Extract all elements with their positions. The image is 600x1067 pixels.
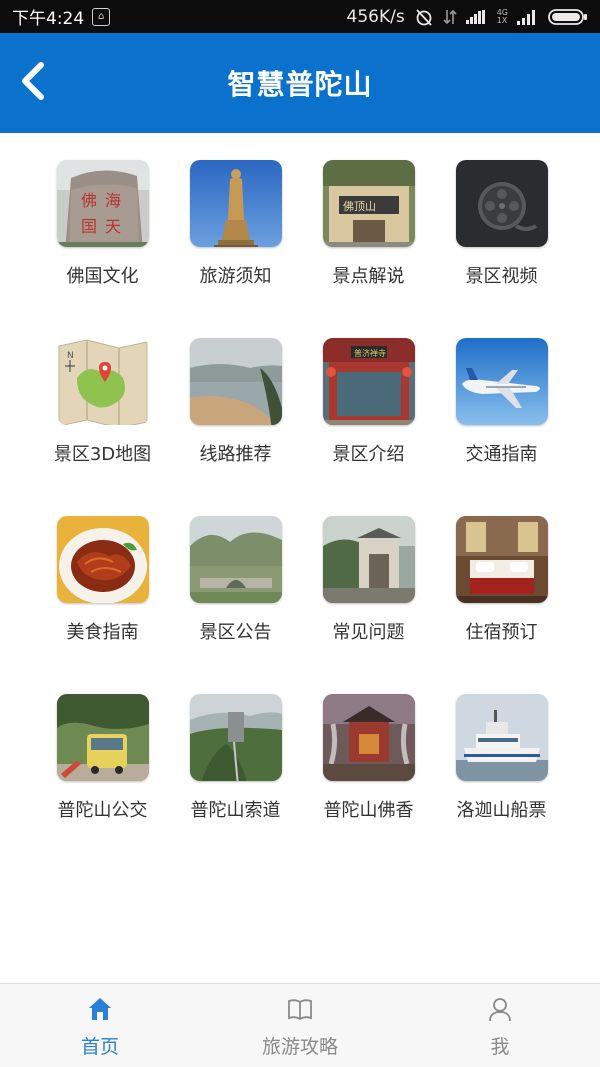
- grid-item-label: 普陀山公交: [57, 800, 148, 821]
- grid-item-travel-notice[interactable]: 旅游须知: [169, 160, 302, 288]
- incense-photo: [322, 694, 415, 781]
- grid-item-hotel-booking[interactable]: 住宿预订: [435, 516, 568, 644]
- page-title: 智慧普陀山: [227, 68, 373, 101]
- grid-item-label: 景点解说: [332, 266, 405, 287]
- grid-item-label: 佛国文化: [66, 266, 139, 287]
- grid-item-label: 美食指南: [66, 622, 139, 643]
- grid-item-label: 普陀山索道: [190, 800, 281, 821]
- bus-photo: [56, 694, 149, 781]
- nav-label: 首页: [80, 1036, 119, 1058]
- grid-item-scenic-notice[interactable]: 景区公告: [169, 516, 302, 644]
- temple-gate-photo: 佛顶山: [322, 160, 415, 247]
- hotel-room-photo: [455, 516, 548, 603]
- svg-text:普济禅寺: 普济禅寺: [354, 348, 386, 358]
- grid-item-label: 线路推荐: [199, 444, 272, 465]
- film-reel-icon: [455, 160, 548, 247]
- cableway-photo: [189, 694, 282, 781]
- network-type-label: 4G 1X: [496, 7, 508, 25]
- nav-item-home[interactable]: 首页: [0, 984, 200, 1067]
- network-speed: 456K/s: [346, 6, 405, 27]
- grid-item-scenic-intro[interactable]: 普济禅寺 景区介绍: [302, 338, 435, 466]
- grid-item-buddhist-culture[interactable]: 佛海国天 佛国文化: [36, 160, 169, 288]
- data-transfer-icon: [443, 8, 457, 26]
- svg-text:国: 国: [81, 217, 97, 236]
- cell-signal-icon: [517, 9, 539, 25]
- book-icon: [287, 996, 313, 1026]
- grid-item-label: 景区公告: [199, 622, 272, 643]
- battery-icon: [548, 8, 588, 26]
- status-time: 下午4:24: [12, 9, 85, 29]
- svg-text:N: N: [67, 351, 74, 361]
- nav-item-me[interactable]: 我: [400, 984, 600, 1067]
- guanyin-statue-photo: [189, 160, 282, 247]
- alarm-off-icon: [414, 7, 434, 27]
- grid-item-transport-guide[interactable]: 交通指南: [435, 338, 568, 466]
- grid-item-label: 旅游须知: [199, 266, 272, 287]
- grid-item-bus[interactable]: 普陀山公交: [36, 694, 169, 822]
- app-header: 智慧普陀山: [0, 33, 600, 133]
- svg-text:海: 海: [105, 191, 121, 210]
- garden-gate-photo: [322, 516, 415, 603]
- grid-item-incense[interactable]: 普陀山佛香: [302, 694, 435, 822]
- grid-item-ferry-ticket[interactable]: 洛迦山船票: [435, 694, 568, 822]
- grid-item-label: 景区3D地图: [53, 444, 152, 465]
- grid-item-route-recommend[interactable]: 线路推荐: [169, 338, 302, 466]
- person-icon: [487, 996, 513, 1026]
- ferry-photo: [455, 694, 548, 781]
- grid-item-attraction-guide[interactable]: 佛顶山 景点解说: [302, 160, 435, 288]
- svg-text:天: 天: [105, 217, 121, 236]
- grid-item-label: 景区视频: [465, 266, 538, 287]
- home-icon: [87, 996, 113, 1026]
- back-button[interactable]: [12, 57, 52, 109]
- grid-item-label: 常见问题: [332, 622, 405, 643]
- stone-bridge-photo: [189, 516, 282, 603]
- nav-label: 我: [490, 1036, 510, 1058]
- grid-item-faq[interactable]: 常见问题: [302, 516, 435, 644]
- feature-grid: 佛海国天 佛国文化 旅游须知 佛顶山 景点解说 景区视频 N 景区3D地图 线路…: [36, 160, 568, 822]
- grid-item-food-guide[interactable]: 美食指南: [36, 516, 169, 644]
- nav-label: 旅游攻略: [261, 1036, 338, 1058]
- status-bar: 下午4:24 ⌂ 456K/s 4G 1X: [0, 0, 600, 33]
- stone-calligraphy-photo: 佛海国天: [56, 160, 149, 247]
- grid-item-label: 洛迦山船票: [456, 800, 547, 821]
- chevron-left-icon: [17, 61, 47, 105]
- svg-text:佛顶山: 佛顶山: [343, 200, 376, 213]
- grid-item-label: 普陀山佛香: [323, 800, 414, 821]
- grid-item-label: 交通指南: [465, 444, 538, 465]
- temple-hall-photo: 普济禅寺: [322, 338, 415, 425]
- grid-item-scenic-video[interactable]: 景区视频: [435, 160, 568, 288]
- signal-dots-icon: [465, 9, 488, 24]
- nav-item-travel-guide[interactable]: 旅游攻略: [200, 984, 400, 1067]
- bottom-nav: 首页 旅游攻略 我: [0, 983, 600, 1067]
- grid-item-cableway[interactable]: 普陀山索道: [169, 694, 302, 822]
- notification-icon: ⌂: [92, 7, 111, 26]
- airplane-photo: [455, 338, 548, 425]
- beach-photo: [189, 338, 282, 425]
- grid-item-label: 景区介绍: [332, 444, 405, 465]
- grid-item-3d-map[interactable]: N 景区3D地图: [36, 338, 169, 466]
- food-dish-photo: [56, 516, 149, 603]
- svg-text:佛: 佛: [81, 191, 97, 210]
- grid-item-label: 住宿预订: [465, 622, 538, 643]
- map-icon: N: [56, 338, 149, 425]
